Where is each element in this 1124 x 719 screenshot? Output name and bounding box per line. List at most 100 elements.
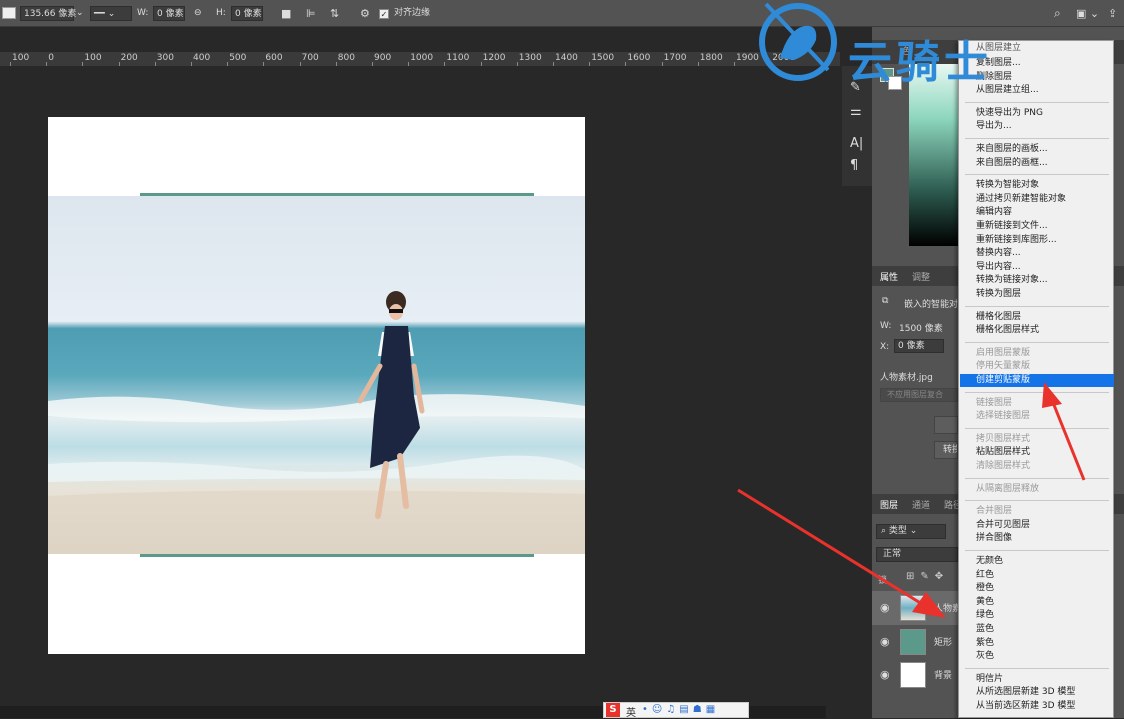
- menu-item[interactable]: 粘贴图层样式: [960, 446, 1114, 459]
- adjust-sliders-icon[interactable]: ⚌: [850, 104, 862, 119]
- menu-item[interactable]: 红色: [960, 569, 1114, 582]
- menu-item[interactable]: 来自图层的画框...: [960, 157, 1114, 170]
- menu-item[interactable]: 无颜色: [960, 555, 1114, 568]
- h-field[interactable]: 0 像素: [231, 6, 263, 21]
- ruler-tick-label: 1700: [663, 53, 687, 63]
- chevron-down-icon[interactable]: ⌄: [76, 6, 86, 21]
- beach-photo: [48, 196, 585, 554]
- menu-separator: [965, 341, 1109, 343]
- menu-separator: [965, 305, 1109, 307]
- menu-item[interactable]: 从隔离图层释放: [960, 483, 1114, 496]
- path-arrangement-icon[interactable]: ⇅: [330, 6, 339, 21]
- prop-x-field[interactable]: 0 像素: [894, 339, 944, 353]
- menu-item[interactable]: 拼合图像: [960, 532, 1114, 545]
- menu-item[interactable]: 清除图层样式: [960, 460, 1114, 473]
- menu-item[interactable]: 黄色: [960, 596, 1114, 609]
- layer-comp-dropdown[interactable]: 不应用图层复合: [880, 388, 958, 402]
- prop-button[interactable]: [934, 416, 958, 434]
- menu-item[interactable]: 栅格化图层样式: [960, 324, 1114, 337]
- tab-adjust[interactable]: 调整: [912, 270, 930, 283]
- woman-on-beach-image: [48, 291, 585, 554]
- chevron-down-icon: ⌄: [906, 526, 918, 536]
- ime-tool-icons[interactable]: •☺♫▤☗▦: [642, 704, 719, 715]
- layer-name: 背景: [934, 671, 953, 681]
- share-icon[interactable]: ⇪: [1108, 6, 1117, 21]
- size-field[interactable]: 135.66 像素: [20, 6, 76, 21]
- menu-item[interactable]: 编辑内容: [960, 206, 1114, 219]
- layer-row[interactable]: ◉ 矩形: [872, 625, 958, 659]
- menu-item[interactable]: 重新链接到库图形...: [960, 234, 1114, 247]
- menu-item[interactable]: 重新链接到文件...: [960, 220, 1114, 233]
- menu-item[interactable]: 从当前选区新建 3D 模型: [960, 700, 1114, 713]
- menu-item[interactable]: 合并可见图层: [960, 519, 1114, 532]
- prop-w-value[interactable]: 1500 像素: [899, 321, 943, 334]
- menu-item[interactable]: 绿色: [960, 609, 1114, 622]
- tab-channels[interactable]: 通道: [912, 498, 930, 511]
- eye-icon[interactable]: ◉: [880, 635, 890, 648]
- eye-icon[interactable]: ◉: [880, 601, 890, 614]
- path-operations-icon[interactable]: ■: [281, 6, 291, 21]
- ruler-tick-label: 300: [156, 53, 174, 63]
- ruler-tick-label: 400: [193, 53, 211, 63]
- tab-properties[interactable]: 属性: [880, 270, 898, 283]
- menu-item[interactable]: 导出内容...: [960, 261, 1114, 274]
- menu-item[interactable]: 创建剪贴蒙版: [960, 374, 1114, 387]
- menu-item[interactable]: 蓝色: [960, 623, 1114, 636]
- menu-item[interactable]: 明信片: [960, 673, 1114, 686]
- link-icon[interactable]: ⊖: [194, 6, 202, 21]
- ime-toolbar[interactable]: S 英 •☺♫▤☗▦: [603, 702, 749, 719]
- menu-item[interactable]: 来自图层的画板...: [960, 143, 1114, 156]
- tab-layers[interactable]: 图层: [880, 498, 898, 511]
- menu-item[interactable]: 通过拷贝新建智能对象: [960, 193, 1114, 206]
- tool-preset-icon[interactable]: [2, 7, 16, 19]
- ruler-tick-label: 0: [48, 53, 54, 63]
- menu-separator: [965, 550, 1109, 551]
- menu-item[interactable]: 栅格化图层: [960, 311, 1114, 324]
- ruler-tick-label: 1600: [627, 53, 651, 63]
- path-alignment-icon[interactable]: ⊫: [306, 6, 316, 21]
- menu-item[interactable]: 替换内容...: [960, 247, 1114, 260]
- color-picker-field[interactable]: [909, 64, 959, 246]
- menu-item[interactable]: 导出为...: [960, 120, 1114, 133]
- menu-item[interactable]: 转换为链接对象...: [960, 274, 1114, 287]
- h-label: H:: [216, 8, 226, 18]
- menu-item[interactable]: 拷贝图层样式: [960, 433, 1114, 446]
- layer-filter-dropdown[interactable]: ⌕ 类型 ⌄: [876, 524, 946, 539]
- lock-icons[interactable]: ⊞✎✥: [906, 571, 949, 582]
- menu-item[interactable]: 从所选图层新建 3D 模型: [960, 686, 1114, 699]
- ruler-tick-label: 1300: [518, 53, 542, 63]
- ruler-tick-label: 100: [12, 53, 30, 63]
- blend-mode-dropdown[interactable]: 正常: [876, 547, 958, 562]
- smart-object-icon: ⧉: [882, 296, 889, 306]
- menu-item[interactable]: 转换为智能对象: [960, 179, 1114, 192]
- menu-separator: [965, 101, 1109, 103]
- menu-item[interactable]: 紫色: [960, 637, 1114, 650]
- stroke-style-dropdown[interactable]: ━━ ⌄: [90, 6, 132, 21]
- menu-item[interactable]: 快速导出为 PNG: [960, 107, 1114, 120]
- search-icon: ⌕: [881, 526, 889, 536]
- menu-item[interactable]: 橙色: [960, 582, 1114, 595]
- character-icon[interactable]: A|: [850, 136, 863, 151]
- align-edges-checkbox[interactable]: ✓: [379, 9, 389, 19]
- menu-item[interactable]: 选择链接图层: [960, 410, 1114, 423]
- menu-item[interactable]: 启用图层蒙版: [960, 347, 1114, 360]
- ruler-tick-label: 700: [301, 53, 319, 63]
- layer-row[interactable]: ◉ 背景: [872, 658, 958, 692]
- workspace-icon[interactable]: ▣ ⌄: [1076, 6, 1099, 21]
- align-edges-label: 对齐边缘: [394, 8, 431, 18]
- menu-item[interactable]: 灰色: [960, 650, 1114, 663]
- prop-w-label: W:: [880, 321, 892, 331]
- eye-icon[interactable]: ◉: [880, 668, 890, 681]
- w-field[interactable]: 0 像素: [153, 6, 185, 21]
- horizontal-ruler: 100 0 100 200 300 400 500 600 700 800 900 1000 1100 1…: [0, 52, 840, 66]
- menu-item[interactable]: 转换为图层: [960, 288, 1114, 301]
- menu-item[interactable]: 停用矢量蒙版: [960, 360, 1114, 373]
- gear-icon[interactable]: ⚙: [360, 6, 370, 21]
- ime-lang[interactable]: 英: [626, 704, 636, 719]
- menu-item[interactable]: 链接图层: [960, 397, 1114, 410]
- paragraph-icon[interactable]: ¶: [850, 158, 858, 173]
- convert-button[interactable]: 转换: [934, 441, 958, 459]
- menu-item[interactable]: 合并图层: [960, 505, 1114, 518]
- layer-row[interactable]: ◉ 人物素: [872, 591, 961, 625]
- document-canvas[interactable]: [48, 117, 585, 654]
